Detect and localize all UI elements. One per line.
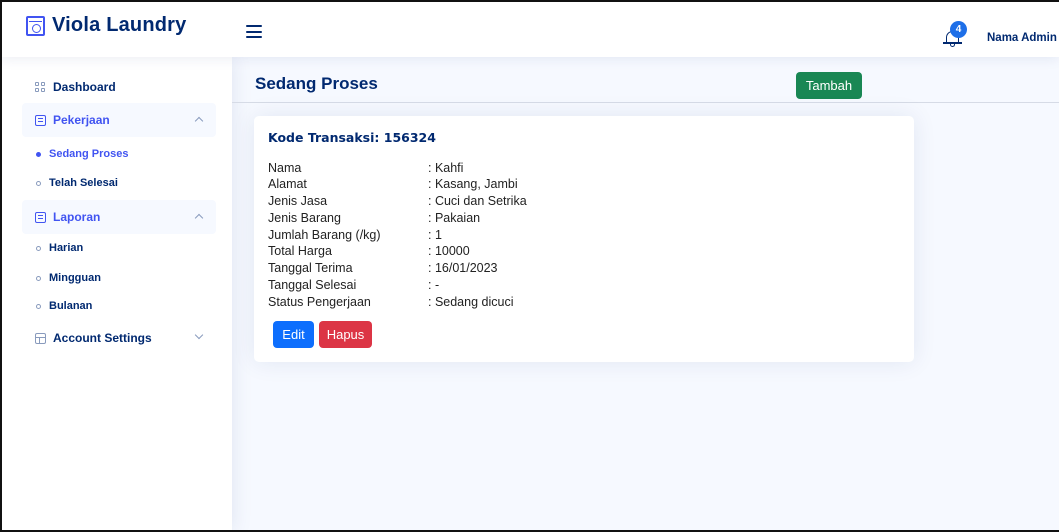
chevron-up-icon [194,213,204,223]
document-icon [35,211,46,223]
admin-name: Nama Admin [987,32,1057,44]
notification-badge: 4 [950,21,967,38]
detail-label-jenis-jasa: Jenis Jasa [268,194,328,208]
grid-icon [35,81,46,93]
sidebar-item-label: Laporan [53,210,101,224]
sidebar-subitem-telah-selesai[interactable]: Telah Selesai [36,177,118,189]
sidebar-item-laporan[interactable]: Laporan [22,200,216,234]
transaction-card: Kode Transaksi: 156324 Nama : Kahfi Alam… [254,116,914,362]
detail-value-jenis-jasa: : Cuci dan Setrika [428,194,527,208]
top-header: Viola Laundry 4 Nama Admin [0,0,1059,57]
sidebar-subitem-bulanan[interactable]: Bulanan [36,300,92,312]
bullet-icon [36,180,41,186]
chevron-down-icon [194,330,204,340]
sidebar-item-label: Dashboard [53,80,116,94]
layout-icon [35,332,46,344]
detail-value-tanggal-selesai: : - [428,278,440,292]
menu-toggle-icon[interactable] [246,25,262,38]
subitem-label: Harian [49,242,84,254]
subitem-label: Mingguan [49,272,101,284]
detail-value-tanggal-terima: : 16/01/2023 [428,261,498,275]
sidebar-item-dashboard[interactable]: Dashboard [22,70,216,104]
detail-label-alamat: Alamat [268,177,307,191]
detail-label-jumlah-barang: Jumlah Barang (/kg) [268,228,381,242]
transaction-code: Kode Transaksi: 156324 [268,130,436,145]
page-title-bar: Sedang Proses [232,57,1059,103]
sidebar-subitem-mingguan[interactable]: Mingguan [36,272,101,284]
brand-logo[interactable]: Viola Laundry [26,14,187,37]
bullet-icon [36,245,41,251]
edit-button[interactable]: Edit [273,321,314,348]
bullet-icon [36,151,41,157]
profile-dropdown[interactable]: Nama Admin [987,32,1059,44]
page-title: Sedang Proses [255,74,378,93]
detail-label-tanggal-terima: Tanggal Terima [268,261,353,275]
detail-label-nama: Nama [268,161,302,175]
sidebar-item-label: Pekerjaan [53,113,110,127]
bullet-icon [36,303,41,309]
detail-value-alamat: : Kasang, Jambi [428,177,518,191]
detail-label-status: Status Pengerjaan [268,295,371,309]
detail-label-tanggal-selesai: Tanggal Selesai [268,278,357,292]
sidebar-subitem-sedang-proses[interactable]: Sedang Proses [36,148,128,160]
sidebar: Dashboard Pekerjaan Sedang Proses Telah … [0,57,232,532]
subitem-label: Telah Selesai [49,177,118,189]
chevron-up-icon [194,116,204,126]
sidebar-item-pekerjaan[interactable]: Pekerjaan [22,103,216,137]
bullet-icon [36,275,41,281]
sidebar-subitem-harian[interactable]: Harian [36,242,83,254]
brand-name: Viola Laundry [52,14,187,36]
sidebar-item-label: Account Settings [53,331,152,345]
add-button[interactable]: Tambah [796,72,862,99]
detail-value-total-harga: : 10000 [428,244,470,258]
document-icon [35,114,46,126]
detail-label-jenis-barang: Jenis Barang [268,211,341,225]
sidebar-item-account-settings[interactable]: Account Settings [22,321,216,355]
detail-label-total-harga: Total Harga [268,244,332,258]
delete-button[interactable]: Hapus [319,321,372,348]
washing-machine-icon [26,15,45,36]
detail-value-nama: : Kahfi [428,161,464,175]
subitem-label: Sedang Proses [49,148,129,160]
detail-value-jumlah-barang: : 1 [428,228,442,242]
detail-value-status: : Sedang dicuci [428,295,514,309]
detail-value-jenis-barang: : Pakaian [428,211,481,225]
subitem-label: Bulanan [49,300,93,312]
